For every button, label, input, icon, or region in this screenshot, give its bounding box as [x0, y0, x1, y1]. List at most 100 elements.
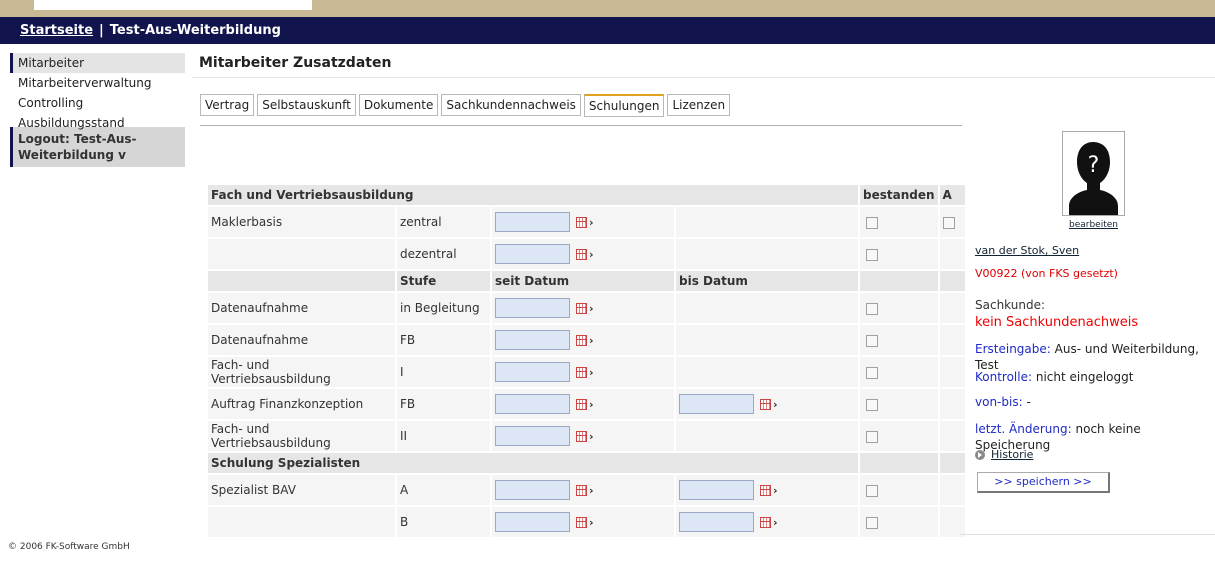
calendar-icon[interactable]	[576, 366, 587, 378]
chevron-right-icon[interactable]: ›	[589, 398, 594, 411]
top-decor-white	[34, 0, 312, 10]
table-row: Datenaufnahme in Begleitung ›	[208, 293, 965, 323]
chevron-right-icon[interactable]: ›	[589, 302, 594, 315]
seit-date-input[interactable]	[495, 480, 570, 500]
tabs-divider	[200, 125, 962, 126]
tab-lizenzen[interactable]: Lizenzen	[667, 94, 731, 116]
seit-date-input[interactable]	[495, 394, 570, 414]
chevron-right-icon[interactable]: ›	[589, 366, 594, 379]
chevron-right-icon[interactable]: ›	[589, 430, 594, 443]
row-name: Auftrag Finanzkonzeption	[208, 389, 395, 419]
historie-link[interactable]: Historie	[991, 448, 1033, 461]
calendar-icon[interactable]	[760, 398, 771, 410]
bis-date-cell	[676, 421, 858, 451]
seit-date-input[interactable]	[495, 244, 570, 264]
header-title: Test-Aus-Weiterbildung	[109, 23, 281, 38]
logout-button[interactable]: Logout: Test-Aus-Weiterbildung v	[10, 127, 185, 167]
avatar-placeholder-icon: ?	[1062, 131, 1125, 216]
row-stufe: I	[397, 357, 490, 387]
seit-date-input[interactable]	[495, 212, 570, 232]
sidebar-item-mitarbeiter[interactable]: Mitarbeiter	[10, 53, 185, 73]
table-row: Auftrag Finanzkonzeption FB › ›	[208, 389, 965, 419]
chevron-right-icon[interactable]: ›	[773, 484, 778, 497]
row-stufe: FB	[397, 325, 490, 355]
row-stufe: in Begleitung	[397, 293, 490, 323]
seit-date-cell: ›	[492, 239, 674, 269]
calendar-icon[interactable]	[576, 516, 587, 528]
seit-date-cell: ›	[492, 293, 674, 323]
calendar-icon[interactable]	[576, 398, 587, 410]
chevron-right-icon[interactable]: ›	[589, 216, 594, 229]
row-name: Spezialist BAV	[208, 475, 395, 505]
footer-copyright: © 2006 FK-Software GmbH	[8, 542, 130, 552]
employee-name-link[interactable]: van der Stok, Sven	[975, 243, 1079, 259]
a-cell	[939, 389, 965, 419]
seit-date-input[interactable]	[495, 362, 570, 382]
bestanden-checkbox[interactable]	[866, 216, 878, 229]
calendar-icon[interactable]	[760, 484, 771, 496]
seit-date-input[interactable]	[495, 512, 570, 532]
ersteingabe-key: Ersteingabe:	[975, 342, 1051, 356]
calendar-icon[interactable]	[576, 430, 587, 442]
save-button[interactable]: >> speichern >>	[977, 472, 1110, 493]
bis-date-cell: ›	[676, 389, 858, 419]
bestanden-checkbox[interactable]	[866, 366, 878, 379]
bestanden-checkbox[interactable]	[866, 248, 878, 261]
chevron-right-icon[interactable]: ›	[589, 516, 594, 529]
bestanden-checkbox[interactable]	[866, 430, 878, 443]
a-cell	[939, 293, 965, 323]
a-cell	[939, 475, 965, 505]
seit-date-cell: ›	[492, 389, 674, 419]
bis-date-input[interactable]	[679, 512, 754, 532]
calendar-icon[interactable]	[576, 302, 587, 314]
sidebar-item-mitarbeiterverwaltung[interactable]: Mitarbeiterverwaltung	[10, 73, 185, 93]
bis-date-input[interactable]	[679, 480, 754, 500]
bestanden-checkbox[interactable]	[866, 334, 878, 347]
col-header-empty	[208, 271, 395, 291]
table-row: dezentral ›	[208, 239, 965, 269]
edit-photo-link[interactable]: bearbeiten	[1069, 220, 1118, 230]
kontrolle-row: Kontrolle: nicht eingeloggt	[975, 369, 1133, 385]
tab-sachkundennachweis[interactable]: Sachkundennachweis	[441, 94, 581, 116]
column-header-row: Stufe seit Datum bis Datum	[208, 271, 965, 291]
tab-bar: Vertrag Selbstauskunft Dokumente Sachkun…	[200, 94, 731, 117]
tab-vertrag[interactable]: Vertrag	[200, 94, 255, 116]
bestanden-checkbox[interactable]	[866, 398, 878, 411]
a-cell	[939, 357, 965, 387]
bis-date-cell	[676, 293, 858, 323]
bestanden-cell	[860, 475, 938, 505]
tab-selbstauskunft[interactable]: Selbstauskunft	[257, 94, 356, 116]
calendar-icon[interactable]	[576, 334, 587, 346]
sachkunde-label: Sachkunde:	[975, 298, 1046, 312]
chevron-right-icon[interactable]: ›	[773, 516, 778, 529]
tab-dokumente[interactable]: Dokumente	[358, 94, 439, 116]
sidebar-item-controlling[interactable]: Controlling Ausbildungsstand	[10, 93, 185, 130]
bestanden-checkbox[interactable]	[866, 302, 878, 315]
chevron-right-icon[interactable]: ›	[589, 248, 594, 261]
seit-date-input[interactable]	[495, 426, 570, 446]
home-link[interactable]: Startseite	[20, 23, 93, 38]
bestanden-checkbox[interactable]	[866, 516, 878, 529]
vonbis-value: -	[1026, 395, 1031, 409]
calendar-icon[interactable]	[576, 216, 587, 228]
seit-date-input[interactable]	[495, 330, 570, 350]
bestanden-checkbox[interactable]	[866, 484, 878, 497]
top-decor-strip	[0, 0, 1215, 17]
header-bar: Startseite | Test-Aus-Weiterbildung	[0, 17, 1215, 44]
chevron-right-icon[interactable]: ›	[589, 484, 594, 497]
section-title-fach: Fach und Vertriebsausbildung	[208, 185, 858, 205]
a-checkbox[interactable]	[942, 216, 955, 229]
calendar-icon[interactable]	[760, 516, 771, 528]
bestanden-cell	[860, 507, 938, 537]
chevron-right-icon[interactable]: ›	[589, 334, 594, 347]
seit-date-input[interactable]	[495, 298, 570, 318]
calendar-icon[interactable]	[576, 248, 587, 260]
bis-date-input[interactable]	[679, 394, 754, 414]
table-row: Fach- und Vertriebsausbildung II ›	[208, 421, 965, 451]
calendar-icon[interactable]	[576, 484, 587, 496]
chevron-right-icon[interactable]: ›	[773, 398, 778, 411]
tab-schulungen[interactable]: Schulungen	[583, 94, 665, 117]
row-stufe: II	[397, 421, 490, 451]
seit-date-cell: ›	[492, 421, 674, 451]
table-row: Fach- und Vertriebsausbildung I ›	[208, 357, 965, 387]
